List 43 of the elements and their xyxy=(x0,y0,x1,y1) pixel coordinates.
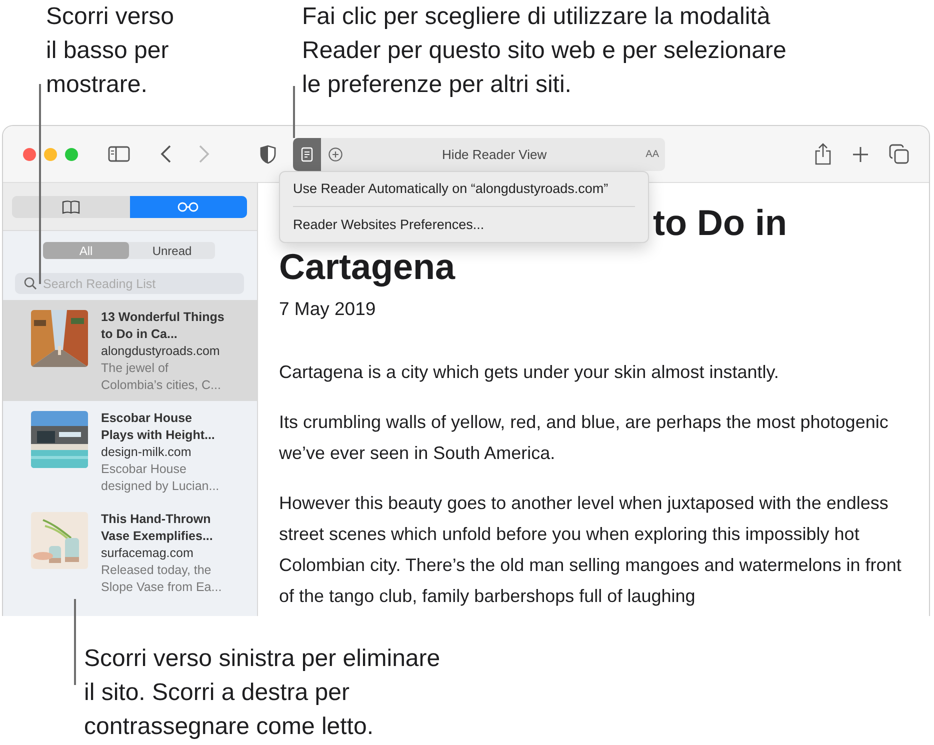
item-title: Escobar House Plays with Height... xyxy=(101,410,216,444)
reading-list-item[interactable]: This Hand-Thrown Vase Exemplifies... surfacemag.com Released today, the Slope Vase from Ea... xyxy=(3,502,257,603)
reading-list-tab[interactable] xyxy=(130,196,247,218)
article-paragraph: However this beauty goes to another level when juxtaposed with the endless street scenes which unfold before you when exploring this impossibly hot Colombian city. There’s the old man selling mangoes and watermelons in front of the tango club, family barbershops full of laughing xyxy=(279,492,902,608)
add-circle-icon[interactable] xyxy=(328,146,343,162)
tabs-overview-icon[interactable] xyxy=(889,144,909,164)
article-paragraph: Cartagena is a city which gets under your skin almost instantly. xyxy=(279,361,780,384)
menu-item[interactable]: Reader Websites Preferences... xyxy=(280,211,648,238)
article-title: Cartagena xyxy=(279,245,456,289)
search-icon xyxy=(24,277,37,290)
text-size-button[interactable]: AA xyxy=(646,148,659,160)
leader-line xyxy=(293,86,295,138)
back-icon[interactable] xyxy=(160,145,172,163)
article-title: to Do in xyxy=(653,201,787,245)
callout-text: Scorri verso il basso per mostrare. xyxy=(46,2,174,100)
item-title: This Hand-Thrown Vase Exemplifies... xyxy=(101,511,214,545)
search-field[interactable]: Search Reading List xyxy=(15,273,244,294)
item-snippet: The jewel of Colombia’s cities, C... xyxy=(101,360,222,394)
book-icon xyxy=(62,200,80,214)
item-snippet: Escobar House designed by Lucian... xyxy=(101,461,220,495)
address-text: Hide Reader View xyxy=(441,146,548,162)
callout-text: Scorri verso sinistra per eliminare il sito. Scorri a destra per contrassegnare come letto. xyxy=(84,644,440,742)
new-tab-icon[interactable] xyxy=(852,146,869,162)
filter-tab[interactable]: Unread xyxy=(129,242,215,259)
menu-item[interactable]: Use Reader Automatically on “alongdustyroads.com” xyxy=(280,175,648,202)
sidebar-icon[interactable] xyxy=(108,146,130,162)
glasses-icon xyxy=(177,202,200,212)
item-title: 13 Wonderful Things to Do in Ca... xyxy=(101,309,226,343)
address-field[interactable]: Hide Reader View AA xyxy=(293,138,665,170)
reader-button[interactable] xyxy=(293,138,321,170)
article-paragraph: Its crumbling walls of yellow, red, and blue, are perhaps the most photogenic we’ve ever seen in South America. xyxy=(279,411,890,465)
share-icon[interactable] xyxy=(814,143,832,165)
item-domain: design-milk.com xyxy=(101,444,192,461)
close-button[interactable] xyxy=(23,148,36,160)
article-date: 7 May 2019 xyxy=(279,298,377,320)
shield-icon[interactable] xyxy=(260,144,276,164)
item-domain: alongdustyroads.com xyxy=(101,343,221,360)
callout-text: Fai clic per scegliere di utilizzare la modalità Reader per questo sito web e per selezionare le preferenze per altri siti. xyxy=(302,2,786,100)
reading-list-item[interactable]: 13 Wonderful Things to Do in Ca... alongdustyroads.com The jewel of Colombia’s cities, C... xyxy=(3,300,257,401)
item-snippet: Released today, the Slope Vase from Ea... xyxy=(101,562,223,596)
reading-list-item[interactable]: Escobar House Plays with Height... design-milk.com Escobar House designed by Lucian... xyxy=(3,401,257,502)
item-domain: surfacemag.com xyxy=(101,545,194,562)
page-icon xyxy=(301,146,313,162)
